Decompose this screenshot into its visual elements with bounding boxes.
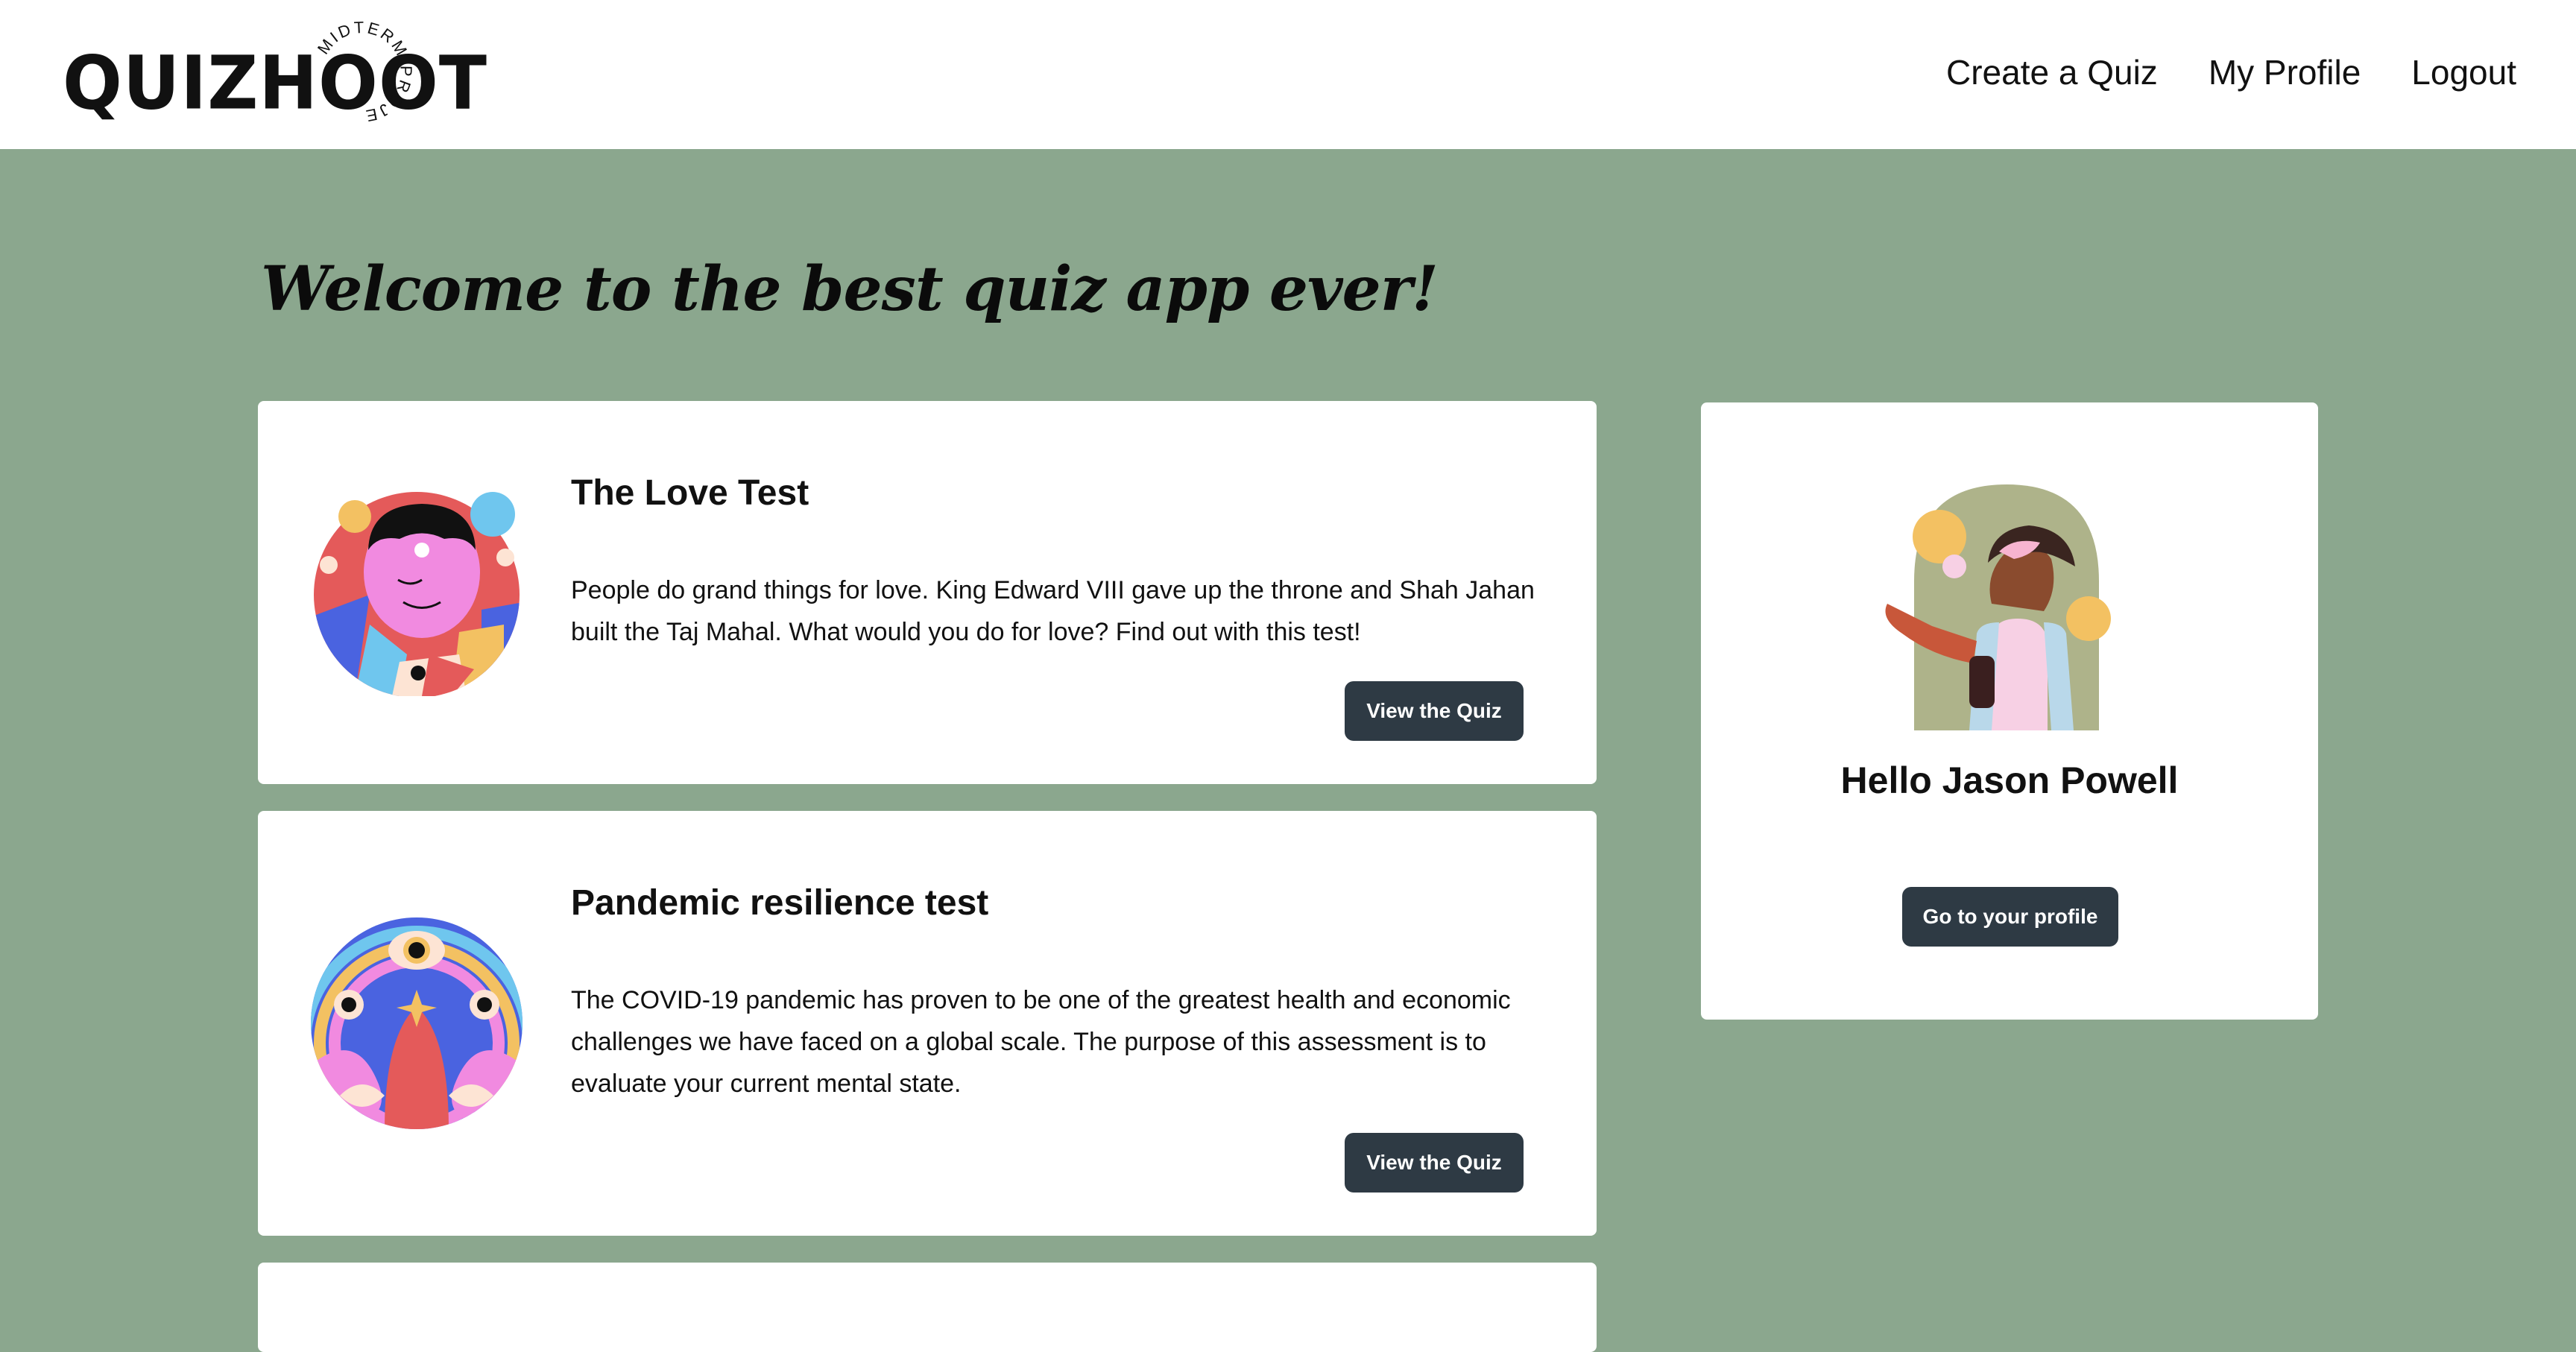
logo-badge: MIDTERM PROJECT [313, 15, 416, 126]
quizhoot-logo[interactable]: QUIZHOOT MIDTERM PROJECT [60, 15, 487, 127]
nav-links: Create a Quiz My Profile Logout [1946, 52, 2516, 93]
nav-my-profile-link[interactable]: My Profile [2209, 52, 2361, 93]
svg-text:MIDTERM PROJECT: MIDTERM PROJECT [313, 15, 416, 126]
quiz-card: The Love Test People do grand things for… [258, 401, 1597, 784]
nav-create-quiz-link[interactable]: Create a Quiz [1946, 52, 2158, 93]
waving-person-illustration [1885, 484, 2111, 730]
view-quiz-button[interactable]: View the Quiz [1345, 1133, 1524, 1193]
quiz-description: People do grand things for love. King Ed… [571, 576, 1535, 646]
quiz-description: The COVID-19 pandemic has proven to be o… [571, 986, 1511, 1098]
view-quiz-button[interactable]: View the Quiz [1345, 681, 1524, 741]
mystic-eyes-illustration [311, 917, 523, 1129]
profile-card: Hello Jason Powell Go to your profile [1701, 402, 2318, 1020]
love-character-illustration [314, 492, 520, 696]
page-title: Welcome to the best quiz app ever! [261, 253, 1439, 325]
quiz-card [258, 1263, 1597, 1352]
go-to-profile-button[interactable]: Go to your profile [1902, 887, 2118, 947]
quiz-title: The Love Test [571, 473, 809, 513]
greeting-heading: Hello Jason Powell [1840, 759, 2179, 801]
navbar: QUIZHOOT MIDTERM PROJECT Create a Quiz M… [0, 0, 2576, 149]
quiz-title: Pandemic resilience test [571, 883, 989, 923]
logo-badge-text: MIDTERM PROJECT [313, 15, 414, 126]
nav-logout-link[interactable]: Logout [2411, 52, 2516, 93]
quiz-card: Pandemic resilience test The COVID-19 pa… [258, 811, 1597, 1236]
